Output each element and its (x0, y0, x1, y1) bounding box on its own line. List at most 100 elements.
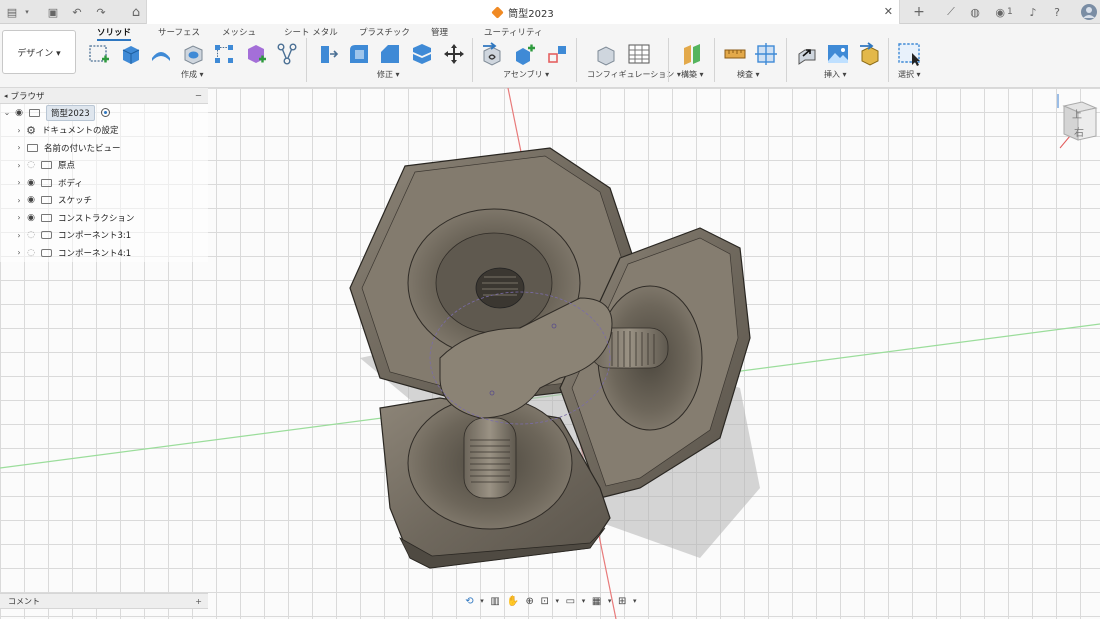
modify-group-label[interactable]: 修正 ▾ (377, 69, 400, 80)
insert-derive-icon[interactable] (794, 41, 820, 67)
extrude-icon[interactable] (117, 41, 143, 67)
shell-icon[interactable] (409, 41, 435, 67)
construct-group-label[interactable]: 構築 ▾ (681, 69, 704, 80)
browser-item-construction[interactable]: › ◉ コンストラクション (0, 209, 208, 227)
tab-mesh[interactable]: メッシュ (222, 26, 256, 38)
chamfer-icon[interactable] (377, 41, 403, 67)
eye-icon[interactable]: ◉ (24, 213, 38, 223)
fit-icon[interactable]: ⊡ (541, 596, 549, 607)
tab-surface[interactable]: サーフェス (158, 26, 200, 38)
user-avatar[interactable] (1080, 4, 1098, 20)
online-status-icon[interactable]: ◍ (968, 4, 982, 20)
new-tab-icon[interactable]: + (912, 4, 926, 20)
chevron-right-icon[interactable]: › (14, 178, 24, 187)
eye-hidden-icon[interactable]: ◌ (24, 248, 38, 258)
notifications-icon[interactable]: ♪ (1026, 4, 1040, 20)
chevron-right-icon[interactable]: › (14, 161, 24, 170)
create-form-icon[interactable] (243, 41, 269, 67)
revolve-icon[interactable] (148, 41, 174, 67)
tab-plastic[interactable]: プラスチック (359, 26, 410, 38)
window-select-icon[interactable] (896, 41, 922, 67)
select-group-label[interactable]: 選択 ▾ (898, 69, 921, 80)
chevron-right-icon[interactable]: › (14, 248, 24, 257)
redo-icon[interactable]: ↷ (94, 4, 108, 20)
browser-item-document-settings[interactable]: › ⚙ ドキュメントの設定 (0, 121, 208, 139)
press-pull-icon[interactable] (314, 41, 340, 67)
eye-icon[interactable]: ◉ (12, 108, 26, 118)
chevron-right-icon[interactable]: › (14, 213, 24, 222)
orbit-icon[interactable]: ⟲ (465, 596, 473, 607)
hole-icon[interactable] (180, 41, 206, 67)
chevron-right-icon[interactable]: › (14, 126, 24, 135)
move-icon[interactable] (441, 41, 467, 67)
offset-plane-icon[interactable] (680, 41, 706, 67)
configure-group-label[interactable]: コンフィギュレーション ▾ (587, 69, 681, 80)
chevron-right-icon[interactable]: › (14, 143, 24, 152)
browser-item-component4[interactable]: › ◌ コンポーネント4:1 (0, 244, 208, 262)
browser-item-sketches[interactable]: › ◉ スケッチ (0, 191, 208, 209)
display-settings-icon[interactable]: ▭ (566, 596, 575, 607)
new-component-icon[interactable] (480, 41, 506, 67)
measure-icon[interactable] (722, 41, 748, 67)
tab-manage[interactable]: 管理 (431, 26, 448, 38)
insert-canvas-icon[interactable] (825, 41, 851, 67)
insert-mcmaster-icon[interactable] (857, 41, 883, 67)
fit-chevron-icon[interactable]: ▾ (556, 597, 560, 605)
fillet-icon[interactable] (346, 41, 372, 67)
create-sketch-icon[interactable] (86, 41, 112, 67)
browser-root-item[interactable]: ⌄ ◉ 筒型2023 (0, 104, 208, 122)
section-analysis-icon[interactable] (753, 41, 779, 67)
viewports-icon[interactable]: ⊞ (618, 596, 626, 607)
tab-utilities[interactable]: ユーティリティ (484, 26, 542, 38)
zoom-icon[interactable]: ⊕ (526, 596, 534, 607)
assemble-group-label[interactable]: アセンブリ ▾ (503, 69, 549, 80)
joint-icon[interactable] (512, 41, 538, 67)
home-icon[interactable]: ⌂ (128, 4, 144, 20)
configure-model-icon[interactable] (594, 41, 620, 67)
pattern-icon[interactable] (211, 41, 237, 67)
browser-root-label: 筒型2023 (46, 104, 95, 121)
undo-icon[interactable]: ↶ (70, 4, 84, 20)
job-status-icon[interactable]: ◉ 1 (992, 4, 1016, 20)
tab-sheet-metal[interactable]: シート メタル (284, 26, 338, 38)
file-menu-chevron-icon[interactable]: ▾ (22, 4, 32, 20)
look-at-icon[interactable]: ▥ (490, 596, 499, 607)
chevron-right-icon[interactable]: › (14, 196, 24, 205)
eye-hidden-icon[interactable]: ◌ (24, 160, 38, 170)
extensions-icon[interactable]: ⟋ (944, 4, 958, 20)
tab-solid[interactable]: ソリッド (97, 26, 132, 41)
browser-collapse-icon[interactable]: ◂ (4, 92, 8, 100)
grid-chevron-icon[interactable]: ▾ (608, 597, 612, 605)
pan-icon[interactable]: ✋ (506, 596, 518, 607)
create-group-label[interactable]: 作成 ▾ (181, 69, 204, 80)
file-menu-icon[interactable]: ▤ (4, 4, 20, 20)
chevron-right-icon[interactable]: › (14, 231, 24, 240)
chevron-down-icon[interactable]: ⌄ (2, 108, 12, 117)
viewcube[interactable]: 上 右 (1052, 92, 1098, 152)
viewports-chevron-icon[interactable]: ▾ (633, 597, 637, 605)
browser-item-component3[interactable]: › ◌ コンポーネント3:1 (0, 226, 208, 244)
derive-icon[interactable] (274, 41, 300, 67)
workspace-switcher[interactable]: デザイン ▾ (2, 30, 76, 74)
grid-snaps-icon[interactable]: ▦ (592, 596, 601, 607)
display-chevron-icon[interactable]: ▾ (582, 597, 586, 605)
close-tab-icon[interactable]: ✕ (884, 5, 893, 18)
as-built-joint-icon[interactable] (544, 41, 570, 67)
configuration-table-icon[interactable] (626, 41, 652, 67)
eye-icon[interactable]: ◉ (24, 195, 38, 205)
browser-item-bodies[interactable]: › ◉ ボディ (0, 174, 208, 192)
inspect-group-label[interactable]: 検査 ▾ (737, 69, 760, 80)
browser-item-named-views[interactable]: › 名前の付いたビュー (0, 139, 208, 157)
eye-hidden-icon[interactable]: ◌ (24, 230, 38, 240)
browser-item-origin[interactable]: › ◌ 原点 (0, 156, 208, 174)
document-tab[interactable]: 筒型2023 ✕ (146, 0, 900, 24)
insert-group-label[interactable]: 挿入 ▾ (824, 69, 847, 80)
save-icon[interactable]: ▣ (46, 4, 60, 20)
browser-minimize-icon[interactable]: − (195, 91, 202, 101)
eye-icon[interactable]: ◉ (24, 178, 38, 188)
browser-item-label: スケッチ (58, 196, 93, 207)
help-icon[interactable]: ? (1050, 4, 1064, 20)
activate-radio-icon[interactable] (100, 108, 110, 118)
orbit-chevron-icon[interactable]: ▾ (480, 597, 484, 605)
add-comment-icon[interactable]: + (195, 597, 202, 606)
